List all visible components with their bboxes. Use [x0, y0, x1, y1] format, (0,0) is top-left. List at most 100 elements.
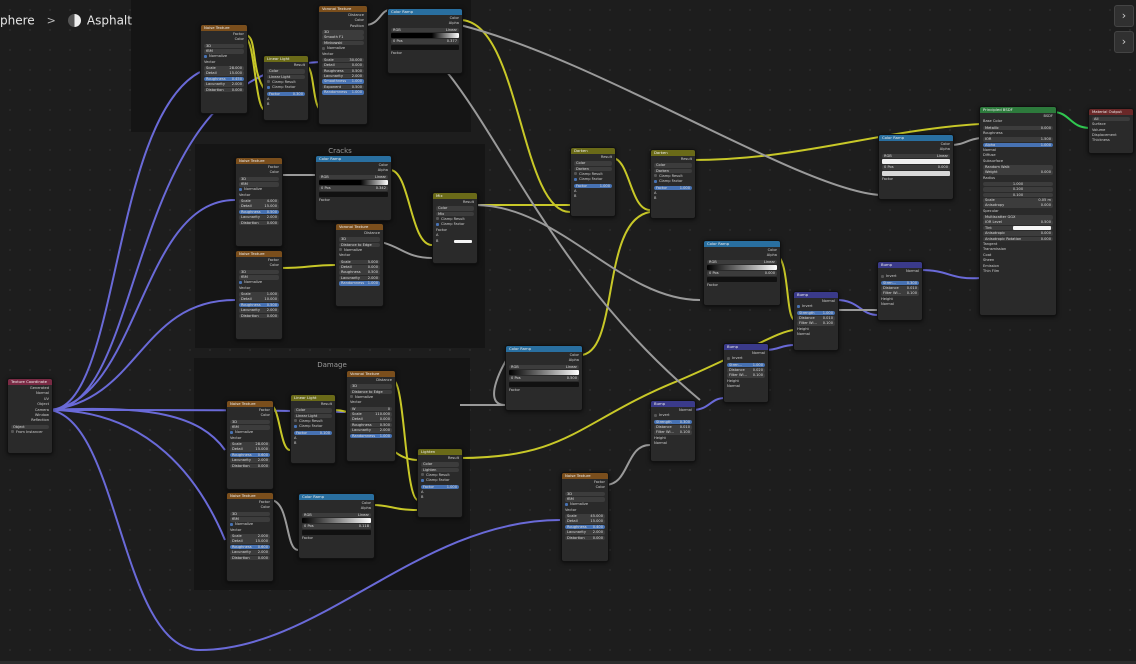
socket-color[interactable]: Color: [204, 37, 244, 42]
detail-field[interactable]: Detail 10.000: [239, 297, 279, 302]
anisotropic-field[interactable]: Anisotropic 0.000: [983, 231, 1053, 236]
scale-field[interactable]: Scale 28.000: [230, 441, 270, 447]
color-ramp-gradient[interactable]: [882, 159, 950, 165]
section-thin-film[interactable]: Thin Film: [983, 269, 1053, 274]
weight-field[interactable]: Weight 0.000: [983, 170, 1053, 175]
randomness-field[interactable]: Randomness 1.000: [350, 433, 392, 439]
distance-field[interactable]: Distance 0.010: [797, 315, 835, 321]
detail-field[interactable]: Detail 15.000: [204, 71, 244, 76]
type-select[interactable]: fBM: [239, 181, 279, 187]
distance-field[interactable]: Distance 0.010: [881, 285, 919, 291]
node-bump-c[interactable]: Bump Normal Invert Strength 1.000 Distanc…: [793, 291, 839, 351]
socket-alpha[interactable]: Alpha: [302, 506, 371, 511]
dimension-select[interactable]: 3D: [350, 384, 392, 389]
invert-checkbox[interactable]: Invert: [797, 304, 835, 309]
node-bump-b[interactable]: Bump Normal Invert Stren... 1.000 Distanc…: [723, 343, 769, 403]
socket-alpha[interactable]: Alpha: [391, 21, 459, 26]
subsurface-method-select[interactable]: Random Walk: [983, 164, 1053, 170]
type-select[interactable]: fBM: [204, 48, 244, 54]
clamp-factor-checkbox[interactable]: Clamp Factor: [267, 85, 305, 90]
filter-width-field[interactable]: Filter Wi... 0.100: [881, 291, 919, 296]
factor-field[interactable]: Factor 0.100: [294, 430, 332, 436]
scale-field[interactable]: Scale 28.000: [204, 65, 244, 71]
node-color-ramp-mid[interactable]: Color Ramp Color Alpha RGB Linear 0 Pos 0.…: [505, 345, 583, 411]
lacunarity-field[interactable]: Lacunarity 2.000: [565, 530, 605, 535]
roughness-field[interactable]: Roughness 0.600: [230, 544, 270, 550]
dimension-select[interactable]: 3D: [204, 43, 244, 49]
smoothness-field[interactable]: Smoothness 1.000: [322, 79, 364, 84]
type-select[interactable]: fBM: [230, 516, 270, 522]
ior-level-field[interactable]: IOR Level 0.500: [983, 220, 1053, 225]
type-select[interactable]: fBM: [565, 496, 605, 502]
ramp-mode-select[interactable]: RGB Linear: [302, 512, 371, 518]
node-linear-light-damage[interactable]: Linear Light Result Color Linear Light C…: [290, 394, 336, 464]
breadcrumb-material[interactable]: Asphalt: [87, 14, 132, 28]
node-noise-top[interactable]: Noise Texture Factor Color 3D fBM Normal…: [200, 24, 248, 114]
lacunarity-field[interactable]: Lacunarity 2.000: [204, 82, 244, 87]
ramp-stop-pos[interactable]: 0 Pos 0.118: [302, 524, 371, 529]
blend-mode-select[interactable]: Linear Light: [294, 413, 332, 419]
stop-color-swatch[interactable]: [302, 529, 371, 535]
color-select[interactable]: Color: [574, 161, 612, 166]
factor-field[interactable]: Factor 0.300: [267, 91, 305, 97]
alpha-field[interactable]: Alpha 1.000: [983, 142, 1053, 148]
node-color-ramp-mid-2[interactable]: Color Ramp Color Alpha RGB Linear 0 Pos 0.…: [703, 240, 781, 306]
section-specular[interactable]: Specular: [983, 209, 1053, 214]
node-linear-light-top[interactable]: Linear Light Result Color Linear Light C…: [263, 55, 309, 121]
socket-position[interactable]: Position: [322, 24, 364, 29]
stop-color-swatch[interactable]: [882, 170, 950, 176]
socket-color[interactable]: Color: [230, 505, 270, 510]
radius-z-field[interactable]: 0.100: [983, 192, 1053, 198]
ramp-stop-pos[interactable]: 0 Pos 0.377: [391, 39, 459, 44]
roughness-field[interactable]: Roughness 0.400: [565, 524, 605, 530]
socket-result[interactable]: Result: [436, 200, 474, 205]
color-select[interactable]: Color: [654, 163, 692, 168]
scale-field[interactable]: Scale 0.05 m: [983, 198, 1053, 203]
ramp-mode-select[interactable]: RGB Linear: [319, 174, 388, 180]
scale-field[interactable]: Scale 30.000: [322, 57, 364, 63]
node-noise-damage-2[interactable]: Noise Texture Factor Color 3D fBM Normal…: [226, 492, 274, 582]
node-noise-damage-1[interactable]: Noise Texture Factor Color 3D fBM Normal…: [226, 400, 274, 490]
object-picker[interactable]: Object: [11, 424, 49, 430]
clamp-factor-checkbox[interactable]: Clamp Factor: [574, 177, 612, 182]
socket-result[interactable]: Result: [294, 402, 332, 407]
distance-field[interactable]: Distance 0.020: [727, 367, 765, 373]
detail-field[interactable]: Detail 15.000: [565, 519, 605, 524]
filter-width-field[interactable]: Filter Wi... 0.100: [654, 430, 692, 435]
node-bump-a[interactable]: Bump Normal Invert Strength 0.300 Distanc…: [650, 400, 696, 462]
roughness-field[interactable]: Roughness 0.500: [239, 302, 279, 308]
randomness-field[interactable]: Randomness 1.000: [322, 90, 364, 95]
strength-field[interactable]: Strength 0.300: [654, 419, 692, 425]
dimension-select[interactable]: 3D: [230, 419, 270, 425]
dimension-select[interactable]: 3D: [239, 176, 279, 182]
node-darken-1[interactable]: Darken Result Color Darken Clamp Result …: [570, 147, 616, 217]
socket-distance[interactable]: Distance: [350, 378, 392, 383]
node-color-ramp-right[interactable]: Color Ramp Color Alpha RGB Linear 0 Pos 0.…: [878, 134, 954, 200]
stop-color-swatch[interactable]: [707, 276, 777, 282]
ramp-stop-pos[interactable]: 0 Pos 0.500: [509, 376, 579, 381]
clamp-factor-checkbox[interactable]: Clamp Factor: [294, 424, 332, 429]
socket-result[interactable]: Result: [574, 155, 612, 160]
color-ramp-gradient[interactable]: [391, 33, 459, 39]
roughness-field[interactable]: Roughness 0.600: [230, 452, 270, 458]
toggle-sidebar-button[interactable]: ›: [1114, 5, 1134, 27]
tint-field[interactable]: Tint: [983, 225, 1053, 231]
radius-y-field[interactable]: 0.200: [983, 187, 1053, 192]
color-select[interactable]: Color: [436, 206, 474, 211]
type-select[interactable]: fBM: [239, 274, 279, 280]
node-color-ramp-cracks[interactable]: Color Ramp Color Alpha RGB Linear 0 Pos 0.…: [315, 155, 392, 221]
detail-field[interactable]: Detail 15.000: [230, 447, 270, 452]
scale-field[interactable]: Scale 1.000: [239, 291, 279, 297]
socket-color[interactable]: Color: [230, 413, 270, 418]
scale-field[interactable]: Scale 5.000: [339, 259, 380, 265]
socket-alpha[interactable]: Alpha: [509, 358, 579, 363]
distortion-field[interactable]: Distortion 0.000: [230, 555, 270, 561]
metric-select[interactable]: Minkowski: [322, 40, 364, 46]
color-select[interactable]: Color: [267, 69, 305, 74]
scale-field[interactable]: Scale 4.000: [239, 198, 279, 204]
socket-reflection[interactable]: Reflection: [11, 418, 49, 423]
lacunarity-field[interactable]: Lacunarity 2.000: [339, 275, 380, 281]
strength-field[interactable]: Strength 1.000: [797, 310, 835, 316]
ramp-mode-select[interactable]: RGB Linear: [391, 27, 459, 33]
node-noise-bottom[interactable]: Noise Texture Factor Color 3D fBM Normal…: [561, 472, 609, 562]
